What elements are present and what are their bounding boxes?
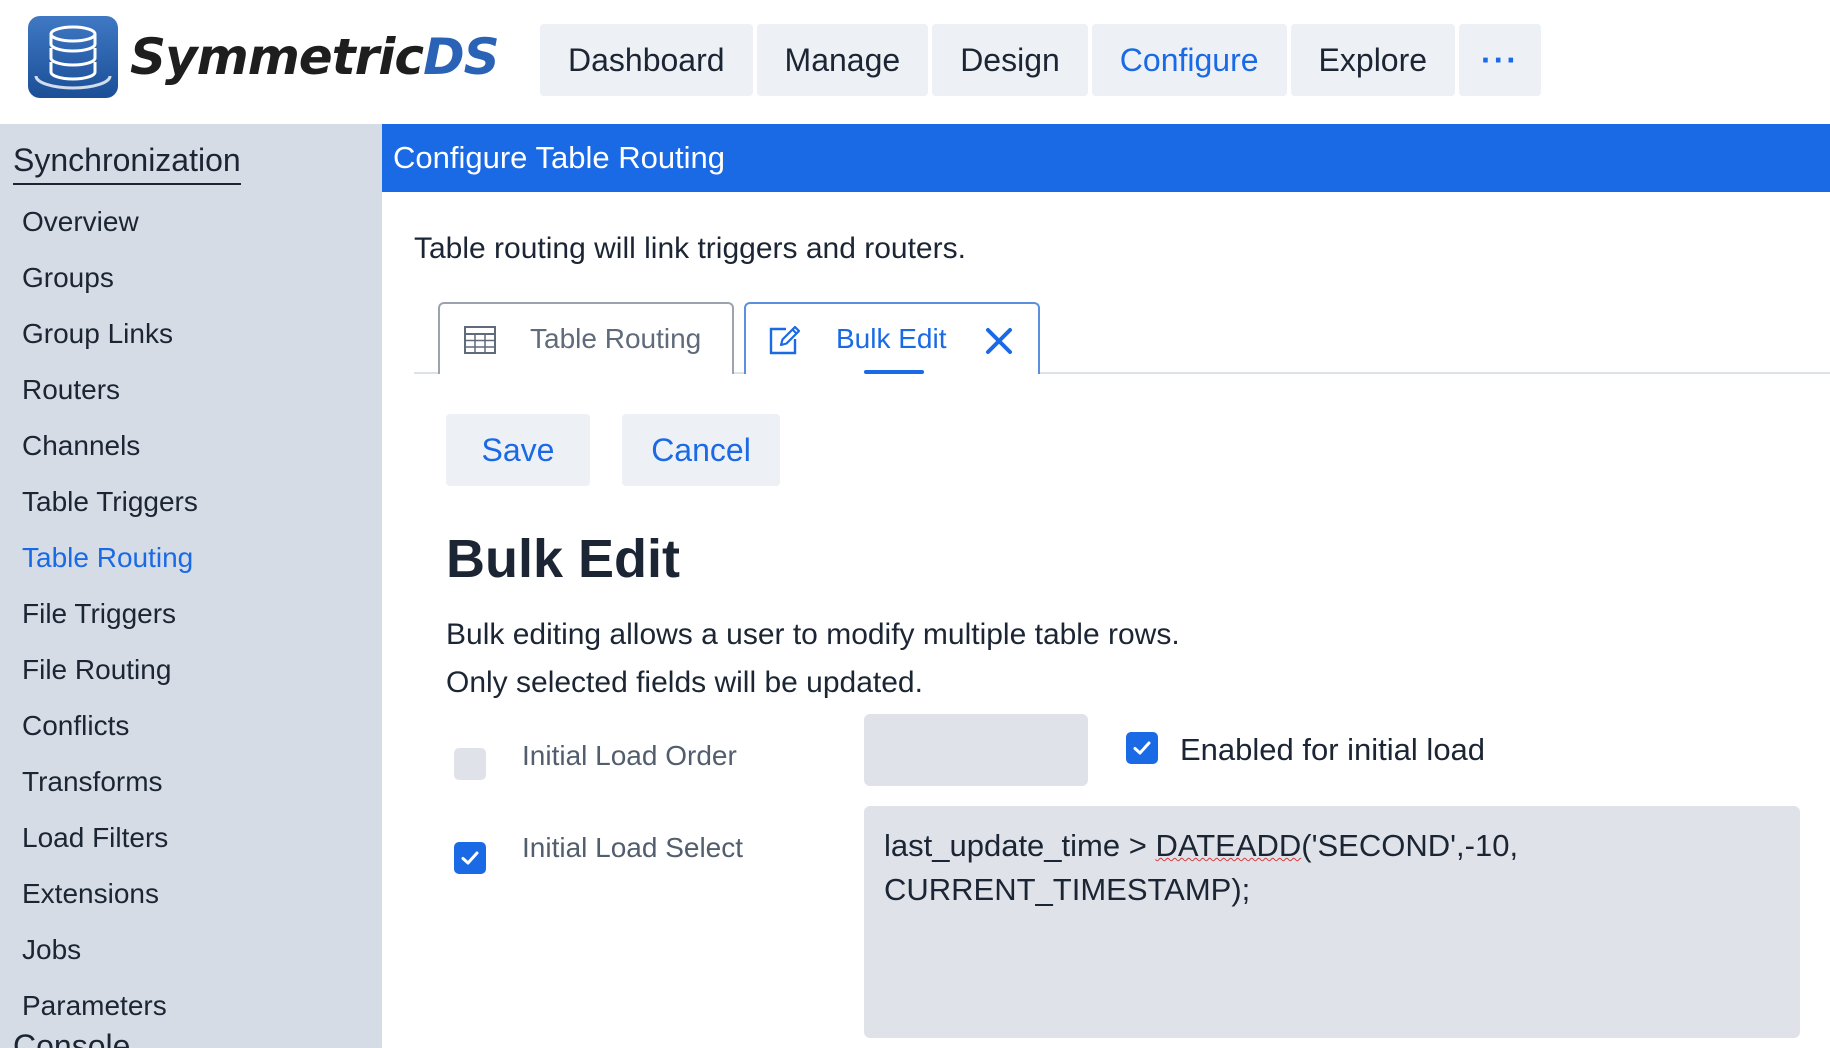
top-navigation: Dashboard Manage Design Configure Explor… [540,24,1542,96]
spellcheck-underline-word: DATEADD [1155,828,1302,863]
sidebar-item-conflicts[interactable]: Conflicts [22,698,198,754]
sidebar-section-console[interactable]: Console [13,1028,130,1048]
more-dots-icon: ··· [1481,41,1520,78]
sidebar-item-routers[interactable]: Routers [22,362,198,418]
nav-configure[interactable]: Configure [1091,24,1287,96]
checkmark-icon [1131,737,1153,759]
page-title: Configure Table Routing [393,140,726,175]
sidebar-item-groups[interactable]: Groups [22,250,198,306]
sidebar-item-file-triggers[interactable]: File Triggers [22,586,198,642]
initial-load-select-label: Initial Load Select [522,832,744,863]
edit-pencil-icon [768,324,802,356]
page-header: Configure Table Routing [382,124,1830,192]
close-tab-icon[interactable] [984,326,1014,356]
brand-logo[interactable]: SymmetricDS [28,16,500,98]
sidebar: Synchronization Overview Groups Group Li… [0,124,382,1048]
sidebar-section-synchronization[interactable]: Synchronization [13,142,241,185]
nav-explore[interactable]: Explore [1290,24,1456,96]
app-window: SymmetricDS Dashboard Manage Design Conf… [0,0,1830,1048]
brand-name: SymmetricDS [130,28,500,86]
section-description-line-1: Bulk editing allows a user to modify mul… [446,618,1180,651]
sidebar-item-jobs[interactable]: Jobs [22,922,198,978]
sidebar-item-transforms[interactable]: Transforms [22,754,198,810]
tab-table-routing-label: Table Routing [530,323,702,354]
initial-load-select-textarea[interactable]: last_update_time > DATEADD('SECOND',-10,… [864,806,1800,1038]
table-grid-icon [464,326,496,354]
sidebar-item-parameters[interactable]: Parameters [22,978,198,1034]
sidebar-item-table-triggers[interactable]: Table Triggers [22,474,198,530]
sidebar-item-load-filters[interactable]: Load Filters [22,810,198,866]
page-description: Table routing will link triggers and rou… [414,232,966,265]
sidebar-item-table-routing[interactable]: Table Routing [22,530,198,586]
sidebar-item-overview[interactable]: Overview [22,194,198,250]
database-logo-icon [28,16,118,98]
more-menu-button[interactable]: ··· [1459,24,1542,96]
sidebar-item-group-links[interactable]: Group Links [22,306,198,362]
tab-table-routing[interactable]: Table Routing [438,302,734,374]
top-header: SymmetricDS Dashboard Manage Design Conf… [0,0,1830,124]
active-tab-indicator [864,370,924,374]
tab-bulk-edit-label: Bulk Edit [836,323,947,354]
section-description-line-2: Only selected fields will be updated. [446,666,923,699]
enabled-initial-load-label: Enabled for initial load [1180,732,1486,767]
nav-dashboard[interactable]: Dashboard [540,24,753,96]
initial-load-select-checkbox[interactable] [454,842,486,874]
sidebar-item-file-routing[interactable]: File Routing [22,642,198,698]
sidebar-menu: Overview Groups Group Links Routers Chan… [22,194,198,1034]
nav-manage[interactable]: Manage [756,24,929,96]
enabled-initial-load-checkbox[interactable] [1126,732,1158,764]
sidebar-item-channels[interactable]: Channels [22,418,198,474]
initial-load-order-input[interactable] [864,714,1088,786]
nav-design[interactable]: Design [932,24,1088,96]
initial-load-order-label: Initial Load Order [522,740,737,771]
save-button[interactable]: Save [446,414,590,486]
tab-bulk-edit[interactable]: Bulk Edit [744,302,1040,374]
initial-load-order-checkbox[interactable] [454,748,486,780]
sidebar-item-extensions[interactable]: Extensions [22,866,198,922]
cancel-button[interactable]: Cancel [622,414,780,486]
section-title: Bulk Edit [446,529,681,589]
checkmark-icon [459,847,481,869]
